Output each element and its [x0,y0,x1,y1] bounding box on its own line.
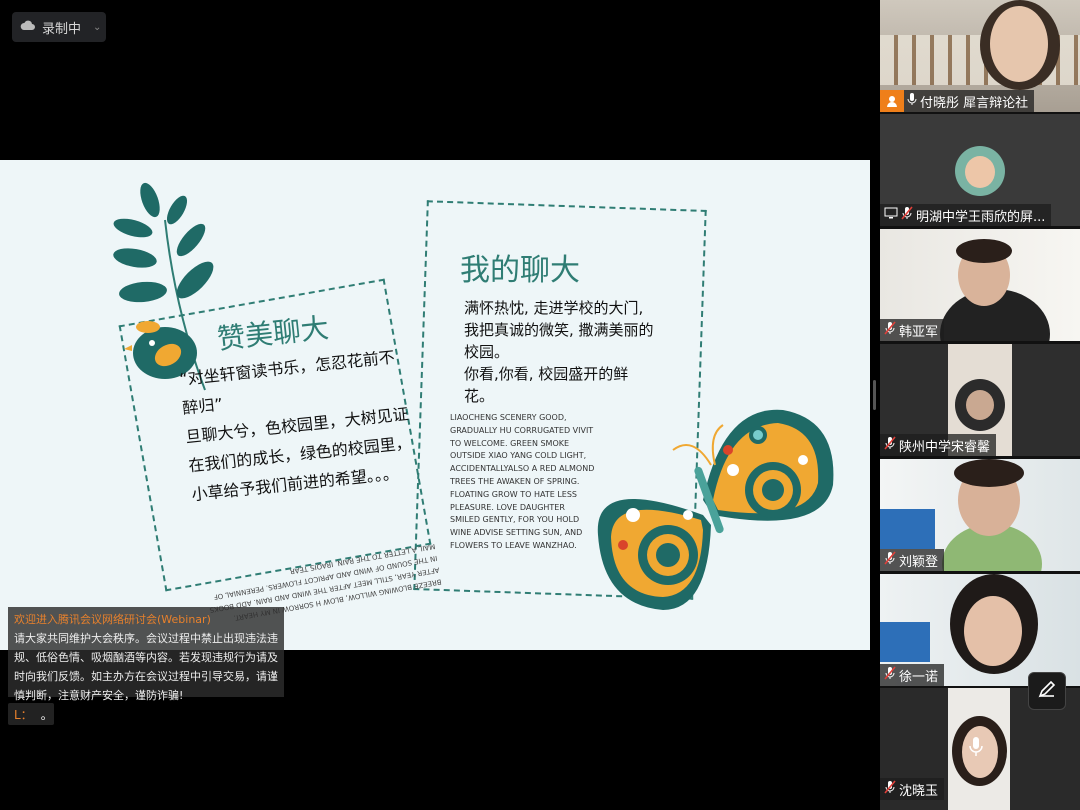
right-paragraph: 满怀热忱, 走进学校的大门, 我把真诚的微笑, 撒满美丽的校园。 你看,你看, … [464,297,654,407]
participant-tile[interactable]: 徐一诺 [880,574,1080,686]
notice-title: 欢迎进入腾讯会议网络研讨会(Webinar) [14,613,211,626]
meeting-notice: 欢迎进入腾讯会议网络研讨会(Webinar) 请大家共同维护大会秩序。会议过程中… [8,607,284,702]
participant-label: 徐一诺 [880,664,945,686]
participant-name: 陕州中学宋睿馨 [899,439,991,455]
mic-icon[interactable] [907,92,917,110]
notice-body: 请大家共同维护大会秩序。会议过程中禁止出现违法违规、低俗色情、吸烟酗酒等内容。若… [14,632,278,702]
mic-muted-icon[interactable] [901,206,913,224]
pen-icon [1037,679,1057,703]
participant-name: 明湖中学王雨欣的屏... [916,209,1046,225]
participant-label: 刘颖登 [880,549,945,571]
right-english-text: LIAOCHENG SCENERY GOOD, GRADUALLY HU COR… [450,413,595,550]
slide-title-right: 我的聊大 [460,253,580,288]
participant-name: 韩亚军 [899,324,939,340]
participant-name: 刘颖登 [899,554,939,570]
mic-muted-icon[interactable] [884,780,896,798]
mic-muted-icon[interactable] [884,666,896,684]
mic-muted-icon[interactable] [884,321,896,339]
participant-tile[interactable]: 韩亚军 [880,229,1080,341]
participant-label: 付晓彤 犀言辩论社 [880,90,1035,112]
participant-name: 徐一诺 [899,669,939,685]
chat-prefix: L： [14,707,33,722]
participant-label: 陕州中学宋睿馨 [880,434,997,456]
mic-muted-icon[interactable] [884,551,896,569]
screen-share-icon [884,207,898,223]
participant-label: 沈晓玉 [880,778,945,800]
participant-tile[interactable]: 付晓彤 犀言辩论社 [880,0,1080,112]
cloud-icon [20,19,36,35]
chat-text: 。 [40,707,53,722]
mic-muted-icon[interactable] [884,436,896,454]
right-line-1: 满怀热忱, 走进学校的大门, [464,299,644,317]
participant-tile[interactable]: 陕州中学宋睿馨 [880,344,1080,456]
participant-tile[interactable]: 刘颖登 [880,459,1080,571]
participant-tile[interactable]: 明湖中学王雨欣的屏... [880,114,1080,226]
left-paragraph: “对坐轩窗读书乐，怎忍花前不醉归” 旦聊大兮，色校园里，大树见证在我们的成长，绿… [178,341,422,509]
participant-name: 沈晓玉 [899,783,939,799]
person-icon [880,90,904,112]
mic-icon[interactable] [968,736,984,762]
shared-slide: 赞美聊大 “对坐轩窗读书乐，怎忍花前不醉归” 旦聊大兮，色校园里，大树见证在我们… [0,160,870,650]
recording-label: 录制中 [42,21,82,37]
chat-message: L： 。 [8,703,54,725]
right-line-3: 你看,你看, 校园盛开的鲜花。 [464,365,629,405]
annotate-button[interactable] [1028,672,1066,710]
participant-name: 付晓彤 犀言辩论社 [920,95,1029,111]
chevron-down-icon[interactable]: ⌄ [93,22,101,33]
butterfly-illustration [597,409,834,610]
participant-label: 韩亚军 [880,319,945,341]
participant-label: 明湖中学王雨欣的屏... [880,204,1052,226]
recording-indicator[interactable]: 录制中 ⌄ [12,12,106,42]
slide-scrollbar[interactable] [873,380,876,410]
right-line-2: 我把真诚的微笑, 撒满美丽的校园。 [464,321,654,361]
